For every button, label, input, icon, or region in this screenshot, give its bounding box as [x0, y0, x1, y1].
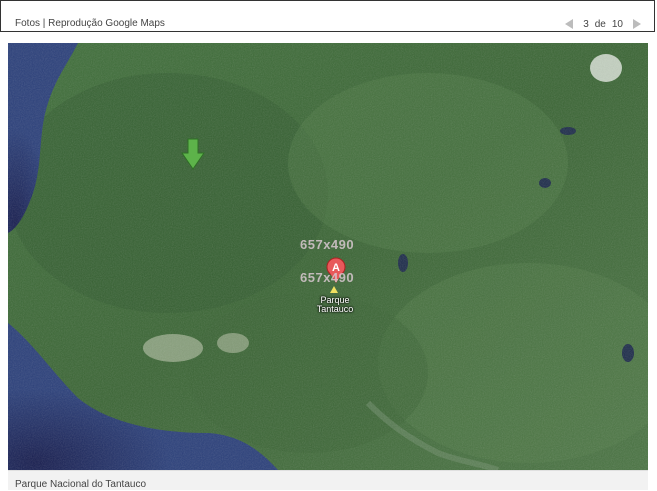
watermark-bottom: 657x490 [300, 270, 355, 285]
watermark-top: 657x490 [300, 237, 355, 252]
photo-caption: Parque Nacional do Tantauco [15, 479, 147, 490]
gallery-title: Fotos | Reprodução Google Maps [15, 18, 165, 29]
caption-bar: Parque Nacional do Tantauco [8, 470, 648, 490]
previous-arrow-icon[interactable] [565, 19, 574, 29]
satellite-map: A [8, 43, 648, 470]
next-arrow-icon[interactable] [633, 19, 641, 29]
current-page-number: 3 [583, 18, 589, 30]
map-photo[interactable]: A 657x490 657x490 Parque Tantauco [8, 43, 648, 470]
total-pages: 10 [611, 18, 623, 30]
pager: 3 de 10 [565, 18, 641, 30]
page-separator: de [594, 18, 606, 30]
place-label: Parque Tantauco [316, 295, 354, 314]
top-bar: Fotos | Reprodução Google Maps 3 de 10 [0, 0, 655, 32]
